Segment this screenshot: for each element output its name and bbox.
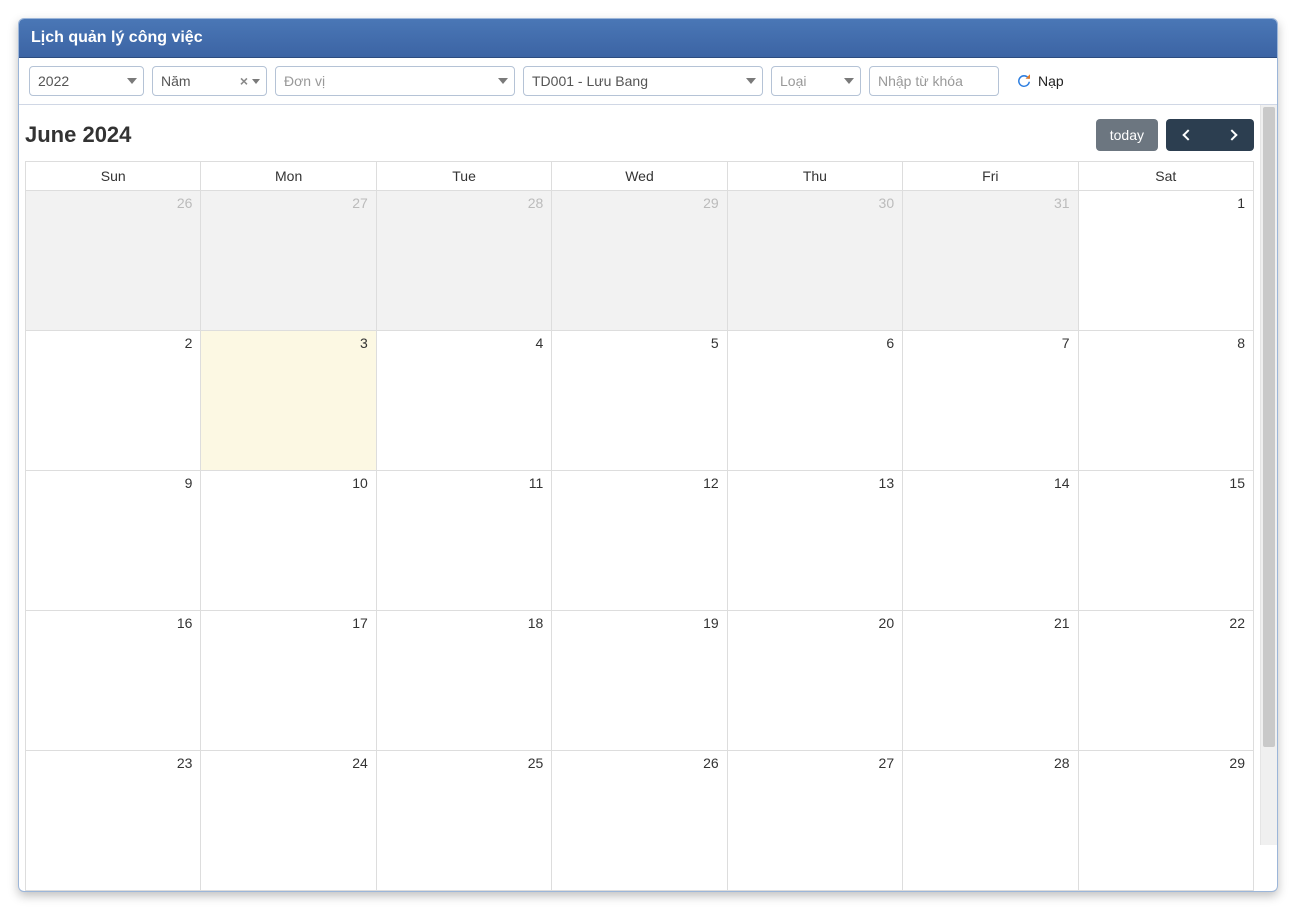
calendar-day-cell[interactable]: 31	[903, 191, 1078, 331]
calendar-day-cell[interactable]: 26	[552, 751, 727, 891]
calendar-day-cell[interactable]: 27	[727, 751, 902, 891]
vertical-scrollbar[interactable]	[1260, 105, 1277, 845]
unit-placeholder: Đơn vị	[284, 73, 492, 89]
day-header-row: SunMonTueWedThuFriSat	[26, 162, 1254, 191]
calendar-day-cell[interactable]: 10	[201, 471, 376, 611]
calendar-day-cell[interactable]: 23	[26, 751, 201, 891]
calendar-day-cell[interactable]: 29	[1078, 751, 1253, 891]
period-select[interactable]: Năm ×	[152, 66, 267, 96]
chevron-left-icon	[1182, 129, 1193, 140]
calendar-title: June 2024	[25, 122, 131, 148]
calendar-day-cell[interactable]: 28	[376, 191, 551, 331]
calendar-day-cell[interactable]: 3	[201, 331, 376, 471]
calendar-day-cell[interactable]: 15	[1078, 471, 1253, 611]
chevron-down-icon	[746, 78, 756, 84]
today-button[interactable]: today	[1096, 119, 1158, 151]
calendar-day-cell[interactable]: 9	[26, 471, 201, 611]
calendar-day-cell[interactable]: 7	[903, 331, 1078, 471]
unit-select[interactable]: Đơn vị	[275, 66, 515, 96]
calendar-day-cell[interactable]: 6	[727, 331, 902, 471]
calendar-day-cell[interactable]: 13	[727, 471, 902, 611]
calendar-panel: Lịch quản lý công việc 2022 Năm × Đơn vị…	[18, 18, 1278, 892]
calendar-day-cell[interactable]: 19	[552, 611, 727, 751]
calendar-day-cell[interactable]: 25	[376, 751, 551, 891]
day-header: Wed	[552, 162, 727, 191]
chevron-down-icon	[127, 78, 137, 84]
refresh-button[interactable]: Nạp	[1007, 66, 1072, 96]
keyword-input[interactable]	[869, 66, 999, 96]
calendar-day-cell[interactable]: 11	[376, 471, 551, 611]
calendar-day-cell[interactable]: 2	[26, 331, 201, 471]
calendar-day-cell[interactable]: 21	[903, 611, 1078, 751]
calendar-day-cell[interactable]: 17	[201, 611, 376, 751]
chevron-down-icon	[498, 78, 508, 84]
chevron-right-icon	[1226, 129, 1237, 140]
day-header: Tue	[376, 162, 551, 191]
calendar-grid: SunMonTueWedThuFriSat 262728293031123456…	[25, 161, 1254, 891]
day-header: Sat	[1078, 162, 1253, 191]
owner-select[interactable]: TD001 - Lưu Bang	[523, 66, 763, 96]
calendar-body: 2627282930311234567891011121314151617181…	[26, 191, 1254, 891]
calendar-day-cell[interactable]: 29	[552, 191, 727, 331]
calendar-day-cell[interactable]: 20	[727, 611, 902, 751]
calendar-day-cell[interactable]: 5	[552, 331, 727, 471]
calendar-day-cell[interactable]: 8	[1078, 331, 1253, 471]
calendar-wrapper: June 2024 today SunMonTueWedThuFri	[19, 105, 1260, 891]
calendar-day-cell[interactable]: 27	[201, 191, 376, 331]
calendar-nav: today	[1096, 119, 1254, 151]
owner-value: TD001 - Lưu Bang	[532, 73, 740, 89]
calendar-day-cell[interactable]: 22	[1078, 611, 1253, 751]
panel-body: June 2024 today SunMonTueWedThuFri	[19, 105, 1277, 891]
day-header: Sun	[26, 162, 201, 191]
panel-title: Lịch quản lý công việc	[19, 19, 1277, 58]
refresh-label: Nạp	[1038, 73, 1064, 89]
calendar-day-cell[interactable]: 14	[903, 471, 1078, 611]
chevron-down-icon	[252, 79, 260, 84]
calendar-week-row: 9101112131415	[26, 471, 1254, 611]
type-select[interactable]: Loại	[771, 66, 861, 96]
year-value: 2022	[38, 73, 121, 89]
type-placeholder: Loại	[780, 73, 838, 89]
period-value: Năm	[161, 73, 234, 89]
calendar-day-cell[interactable]: 12	[552, 471, 727, 611]
calendar-week-row: 16171819202122	[26, 611, 1254, 751]
day-header: Fri	[903, 162, 1078, 191]
refresh-icon	[1015, 72, 1033, 90]
calendar-day-cell[interactable]: 28	[903, 751, 1078, 891]
day-header: Thu	[727, 162, 902, 191]
scroll-thumb[interactable]	[1263, 107, 1275, 747]
next-button[interactable]	[1210, 119, 1254, 151]
calendar-day-cell[interactable]: 1	[1078, 191, 1253, 331]
calendar-week-row: 23242526272829	[26, 751, 1254, 891]
day-header: Mon	[201, 162, 376, 191]
calendar-week-row: 2345678	[26, 331, 1254, 471]
chevron-down-icon	[844, 78, 854, 84]
nav-button-group	[1166, 119, 1254, 151]
calendar-day-cell[interactable]: 26	[26, 191, 201, 331]
filter-toolbar: 2022 Năm × Đơn vị TD001 - Lưu Bang Loại	[19, 58, 1277, 105]
clear-icon[interactable]: ×	[240, 73, 248, 89]
calendar-day-cell[interactable]: 30	[727, 191, 902, 331]
calendar-week-row: 2627282930311	[26, 191, 1254, 331]
calendar-day-cell[interactable]: 16	[26, 611, 201, 751]
calendar-day-cell[interactable]: 24	[201, 751, 376, 891]
calendar-header: June 2024 today	[25, 119, 1254, 161]
year-select[interactable]: 2022	[29, 66, 144, 96]
calendar-day-cell[interactable]: 4	[376, 331, 551, 471]
calendar-day-cell[interactable]: 18	[376, 611, 551, 751]
prev-button[interactable]	[1166, 119, 1210, 151]
